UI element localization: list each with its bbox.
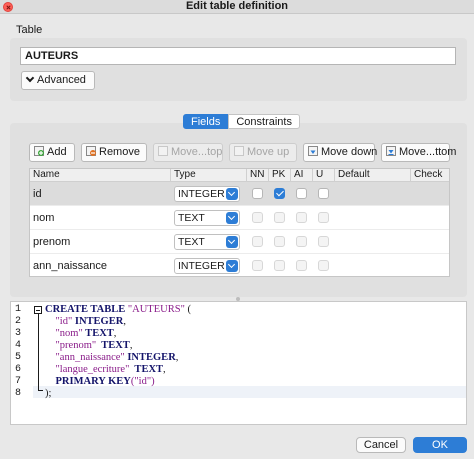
- type-value: INTEGER: [178, 188, 225, 200]
- ai-checkbox[interactable]: [296, 236, 307, 247]
- move-up-label: Move up: [247, 146, 290, 158]
- window-title: Edit table definition: [185, 0, 289, 12]
- fold-guide-end: [38, 390, 43, 391]
- move-down-button[interactable]: Move down: [303, 143, 378, 162]
- table-section-label: Table: [16, 24, 43, 36]
- column-header-ai[interactable]: AI: [291, 169, 313, 182]
- move-top-label: Move...top: [171, 146, 223, 158]
- line-number: 7: [14, 376, 21, 387]
- u-checkbox[interactable]: [318, 260, 329, 271]
- window-titlebar: Edit table definition: [0, 0, 474, 14]
- fold-collapse-icon[interactable]: [34, 306, 42, 314]
- nn-checkbox[interactable]: [252, 260, 263, 271]
- line-number: 3: [14, 328, 21, 339]
- move-top-button[interactable]: Move...top: [153, 143, 223, 162]
- add-field-icon: [34, 146, 44, 156]
- move-down-icon: [308, 146, 318, 156]
- field-name-cell[interactable]: prenom: [30, 230, 70, 254]
- chevron-down-icon: [226, 260, 238, 272]
- u-checkbox[interactable]: [318, 236, 329, 247]
- table-name-input[interactable]: AUTEURS: [20, 47, 456, 65]
- type-select[interactable]: TEXT: [174, 210, 240, 226]
- field-name-cell[interactable]: ann_naissance: [30, 254, 107, 276]
- add-field-button[interactable]: Add: [29, 143, 75, 162]
- fields-grid: Name Type NN PK AI U Default Check id IN…: [29, 168, 450, 277]
- move-up-button[interactable]: Move up: [229, 143, 297, 162]
- tab-constraints[interactable]: Constraints: [228, 114, 300, 129]
- column-header-name[interactable]: Name: [30, 169, 171, 182]
- line-number: 6: [14, 364, 21, 375]
- table-row[interactable]: id INTEGER: [30, 182, 449, 206]
- u-checkbox[interactable]: [318, 212, 329, 223]
- code-line: "ann_naissance" INTEGER,: [55, 352, 179, 363]
- type-select[interactable]: TEXT: [174, 234, 240, 250]
- ok-button[interactable]: OK: [413, 437, 467, 453]
- ai-checkbox[interactable]: [296, 260, 307, 271]
- code-line: "langue_ecriture" TEXT,: [55, 364, 166, 375]
- nn-checkbox[interactable]: [252, 212, 263, 223]
- sql-editor[interactable]: 1 2 3 4 5 6 7 8 CREATE TABLE "AUTEURS" (…: [10, 301, 467, 425]
- move-bottom-button[interactable]: Move...ttom: [381, 143, 456, 162]
- chevron-down-icon: [25, 73, 35, 83]
- move-bottom-icon: [386, 146, 396, 156]
- table-row[interactable]: ann_naissance INTEGER: [30, 254, 449, 276]
- close-window-icon[interactable]: [3, 2, 13, 12]
- code-line: CREATE TABLE "AUTEURS" (: [45, 304, 191, 315]
- grid-header: Name Type NN PK AI U Default Check: [30, 169, 449, 182]
- pk-checkbox[interactable]: [274, 260, 285, 271]
- tab-bar: Fields Constraints: [183, 114, 300, 129]
- pk-checkbox[interactable]: [274, 188, 285, 199]
- remove-label: Remove: [99, 146, 140, 158]
- chevron-down-icon: [226, 212, 238, 224]
- line-number: 2: [14, 316, 21, 327]
- remove-field-button[interactable]: Remove: [81, 143, 147, 162]
- advanced-button[interactable]: Advanced: [21, 71, 95, 90]
- code-line: );: [45, 388, 52, 399]
- advanced-label: Advanced: [37, 74, 86, 86]
- type-value: INTEGER: [178, 260, 225, 272]
- code-line: PRIMARY KEY("id"): [55, 376, 155, 387]
- nn-checkbox[interactable]: [252, 236, 263, 247]
- move-bottom-label: Move...ttom: [399, 146, 457, 158]
- column-header-type[interactable]: Type: [171, 169, 247, 182]
- nn-checkbox[interactable]: [252, 188, 263, 199]
- column-header-check[interactable]: Check: [411, 169, 449, 182]
- pk-checkbox[interactable]: [274, 212, 285, 223]
- column-header-default[interactable]: Default: [335, 169, 411, 182]
- type-value: TEXT: [178, 236, 205, 248]
- code-line: "id" INTEGER,: [55, 316, 126, 327]
- cancel-button[interactable]: Cancel: [356, 437, 406, 453]
- u-checkbox[interactable]: [318, 188, 329, 199]
- fold-guide: [38, 314, 39, 390]
- code-line: "nom" TEXT,: [55, 328, 117, 339]
- line-number: 5: [14, 352, 21, 363]
- move-up-icon: [234, 146, 244, 156]
- chevron-down-icon: [226, 236, 238, 248]
- code-line: "prenom" TEXT,: [55, 340, 133, 351]
- column-header-pk[interactable]: PK: [269, 169, 291, 182]
- remove-field-icon: [86, 146, 96, 156]
- line-number: 4: [14, 340, 21, 351]
- type-select[interactable]: INTEGER: [174, 258, 240, 274]
- add-label: Add: [47, 146, 67, 158]
- type-value: TEXT: [178, 212, 205, 224]
- line-number: 1: [14, 304, 21, 315]
- type-select[interactable]: INTEGER: [174, 186, 240, 202]
- move-down-label: Move down: [321, 146, 378, 158]
- column-header-u[interactable]: U: [313, 169, 335, 182]
- ai-checkbox[interactable]: [296, 212, 307, 223]
- table-row[interactable]: nom TEXT: [30, 206, 449, 230]
- line-number-gutter: 1 2 3 4 5 6 7 8: [11, 302, 33, 424]
- ai-checkbox[interactable]: [296, 188, 307, 199]
- pk-checkbox[interactable]: [274, 236, 285, 247]
- move-top-icon: [158, 146, 168, 156]
- field-name-cell[interactable]: id: [30, 182, 42, 206]
- table-row[interactable]: prenom TEXT: [30, 230, 449, 254]
- tab-fields[interactable]: Fields: [183, 114, 229, 129]
- line-number: 8: [14, 388, 21, 399]
- field-name-cell[interactable]: nom: [30, 206, 54, 230]
- column-header-nn[interactable]: NN: [247, 169, 269, 182]
- chevron-down-icon: [226, 188, 238, 200]
